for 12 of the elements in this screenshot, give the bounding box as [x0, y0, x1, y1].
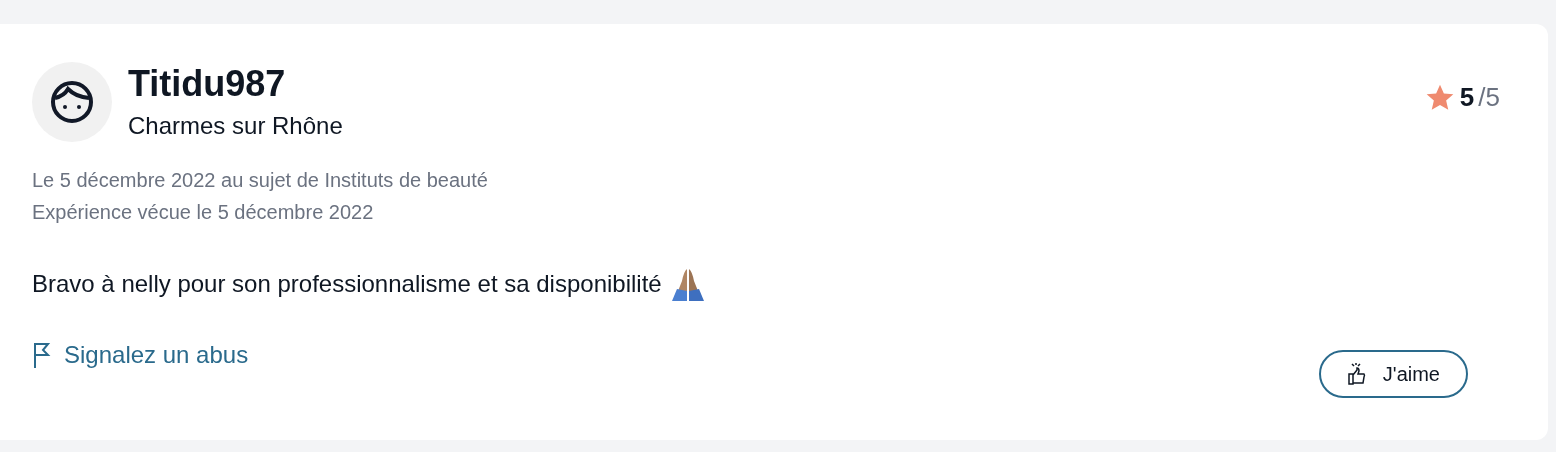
review-date: Le 5 décembre 2022 au sujet de Instituts de beauté — [32, 168, 489, 193]
like-button[interactable]: J'aime — [1318, 350, 1468, 398]
flag-icon — [32, 341, 52, 369]
experience-date: Expérience vécue le 5 décembre 2022 — [32, 200, 375, 225]
rating-max: /5 — [1478, 81, 1500, 114]
rating-score: 5 — [1459, 81, 1475, 114]
report-abuse-link[interactable]: Signalez un abus — [32, 337, 249, 373]
thumbs-up-icon — [1346, 363, 1367, 385]
author-location: Charmes sur Rhône — [128, 111, 343, 141]
praying-hands-icon — [669, 267, 706, 301]
review-text: Bravo à nelly pour son professionnalisme et sa disponibilité — [32, 269, 662, 299]
author-name: Titidu987 — [128, 62, 287, 106]
